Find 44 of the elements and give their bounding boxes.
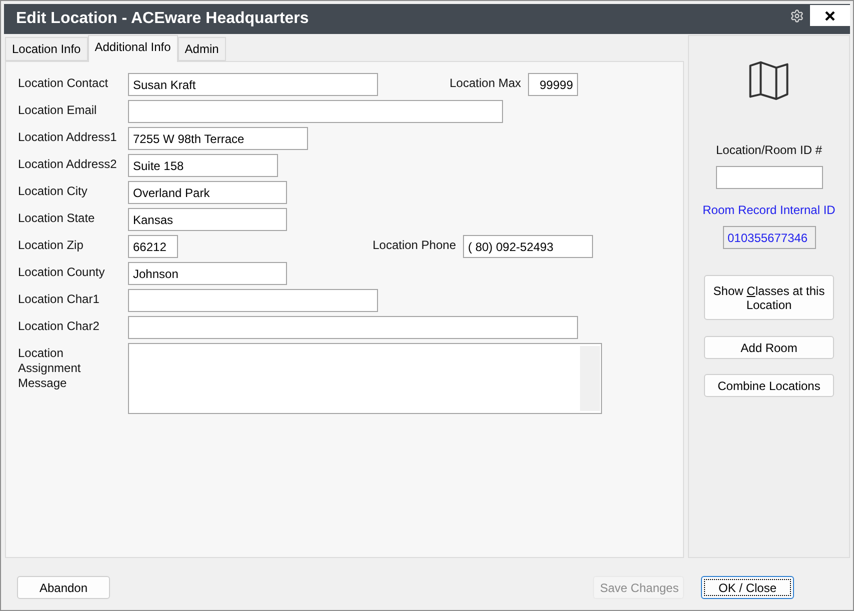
- field-label: Location State: [18, 210, 96, 226]
- action-button[interactable]: Combine Locations: [704, 374, 834, 397]
- field-label: Location County: [18, 264, 106, 280]
- input-field[interactable]: Kansas: [128, 208, 287, 231]
- input-field[interactable]: Suite 158: [128, 154, 278, 177]
- input-field[interactable]: 66212: [128, 235, 178, 258]
- field-label: Location Email: [18, 102, 98, 118]
- input-field[interactable]: 7255 W 98th Terrace: [128, 127, 308, 150]
- field-label: Location Char1: [18, 291, 100, 307]
- internal-id-label: Room Record Internal ID: [702, 203, 836, 218]
- input-field[interactable]: 99999: [528, 73, 578, 96]
- close-icon: [825, 10, 835, 20]
- input-field[interactable]: Overland Park: [128, 181, 287, 204]
- window-title: Edit Location - ACEware Headquarters: [16, 9, 310, 29]
- input-field[interactable]: ( 80) 092-52493: [463, 235, 593, 258]
- action-button[interactable]: Add Room: [704, 336, 834, 359]
- id-label: Location/Room ID #: [716, 143, 822, 158]
- field-label: Location Char2: [18, 318, 100, 334]
- message-field[interactable]: [128, 343, 602, 414]
- field-label: Location Contact: [18, 75, 110, 91]
- scrollbar[interactable]: [580, 346, 600, 411]
- map-icon: [749, 61, 789, 101]
- field-label: Location Assignment Message: [18, 345, 82, 391]
- input-field[interactable]: [128, 316, 578, 339]
- input-field[interactable]: Johnson: [128, 262, 287, 285]
- dialog-button[interactable]: OK / Close: [701, 576, 794, 599]
- field-label: Location Zip: [18, 237, 84, 253]
- field-label: Location Max: [450, 75, 521, 91]
- id-field[interactable]: [716, 166, 822, 189]
- action-button[interactable]: Show Classes at this Location: [704, 275, 834, 320]
- dialog-button[interactable]: Abandon: [17, 576, 110, 599]
- input-field[interactable]: Susan Kraft: [128, 73, 378, 96]
- field-label: Location City: [18, 183, 88, 199]
- tab[interactable]: Additional Info: [88, 35, 178, 62]
- tab[interactable]: Admin: [178, 37, 226, 61]
- close-button[interactable]: [810, 5, 850, 26]
- tab[interactable]: Location Info: [5, 37, 88, 61]
- settings-icon[interactable]: [790, 9, 804, 23]
- input-field[interactable]: [128, 100, 503, 123]
- field-label: Location Phone: [372, 237, 456, 253]
- internal-id-field[interactable]: 010355677346: [722, 226, 816, 249]
- field-label: Location Address2: [18, 156, 118, 172]
- input-field[interactable]: [128, 289, 378, 312]
- field-label: Location Address1: [18, 129, 118, 145]
